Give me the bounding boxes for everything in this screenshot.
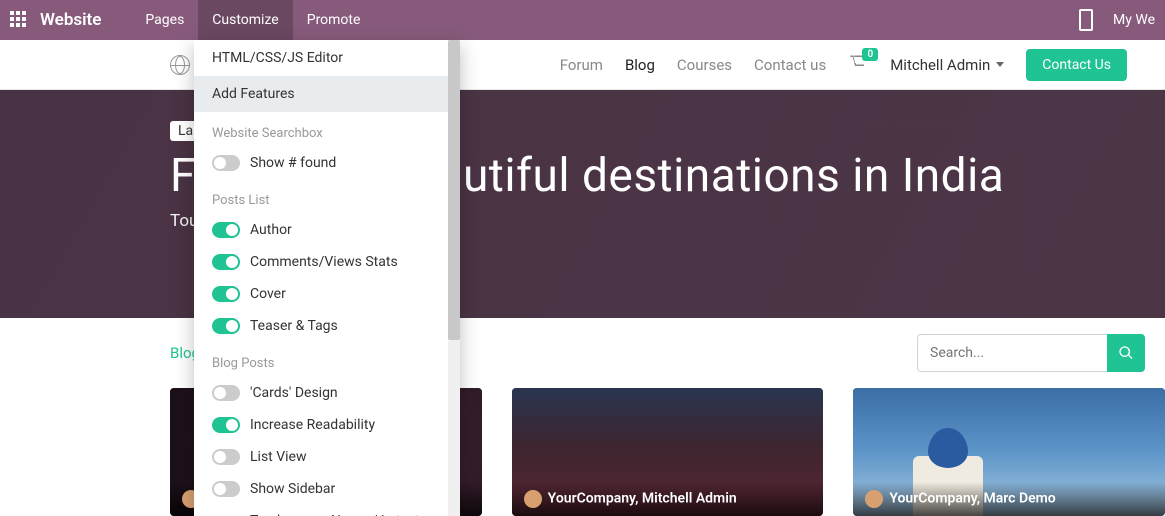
menu-pages[interactable]: Pages bbox=[131, 0, 198, 40]
toggle-icon bbox=[212, 318, 240, 334]
dd-header-blog-posts: Blog Posts bbox=[194, 342, 460, 377]
toggle-cards-design[interactable]: 'Cards' Design bbox=[194, 377, 460, 409]
toggle-show-found[interactable]: Show # found bbox=[194, 147, 460, 179]
search-input[interactable] bbox=[917, 334, 1107, 372]
top-bar: Website Pages Customize Promote My We bbox=[0, 0, 1165, 40]
dd-add-features[interactable]: Add Features bbox=[194, 76, 460, 112]
toggle-icon bbox=[212, 155, 240, 171]
dd-html-editor[interactable]: HTML/CSS/JS Editor bbox=[194, 40, 460, 76]
apps-icon[interactable] bbox=[10, 11, 28, 29]
toggle-author[interactable]: Author bbox=[194, 214, 460, 246]
toggle-icon bbox=[212, 222, 240, 238]
toggle-icon bbox=[212, 481, 240, 497]
toggle-icon bbox=[212, 286, 240, 302]
nav-blog[interactable]: Blog bbox=[625, 56, 655, 74]
avatar bbox=[524, 490, 542, 508]
nav-contact[interactable]: Contact us bbox=[754, 56, 826, 74]
card-author: YourCompany, Marc Demo bbox=[853, 482, 1165, 516]
toggle-list-view[interactable]: List View bbox=[194, 441, 460, 473]
toggle-cover[interactable]: Cover bbox=[194, 278, 460, 310]
hero-banner: La Five most beautiful destinations in I… bbox=[0, 90, 1165, 318]
toggle-readability[interactable]: Increase Readability bbox=[194, 409, 460, 441]
toggle-icon bbox=[212, 449, 240, 465]
user-name: Mitchell Admin bbox=[890, 56, 990, 74]
avatar bbox=[865, 490, 883, 508]
toggle-teaser[interactable]: Teaser & Tags bbox=[194, 310, 460, 342]
menu-customize[interactable]: Customize bbox=[198, 0, 292, 40]
cart-icon[interactable]: 0 bbox=[848, 54, 868, 76]
search-button[interactable] bbox=[1107, 334, 1145, 372]
globe-icon[interactable] bbox=[170, 55, 190, 75]
card-author: YourCompany, Mitchell Admin bbox=[512, 482, 824, 516]
nav-forum[interactable]: Forum bbox=[560, 56, 603, 74]
customize-dropdown: HTML/CSS/JS Editor Add Features Website … bbox=[194, 40, 460, 516]
blog-card[interactable]: YourCompany, Mitchell Admin bbox=[512, 388, 824, 516]
toggle-top-banner[interactable]: Top banner - Name / Latest Post bbox=[194, 505, 460, 516]
nav-courses[interactable]: Courses bbox=[677, 56, 732, 74]
brand[interactable]: Website bbox=[40, 10, 101, 30]
toggle-comments[interactable]: Comments/Views Stats bbox=[194, 246, 460, 278]
site-nav: Y Forum Blog Courses Contact us 0 Mitche… bbox=[0, 40, 1165, 90]
mid-bar: Blog bbox=[0, 318, 1165, 388]
blog-card[interactable]: YourCompany, Marc Demo bbox=[853, 388, 1165, 516]
cart-badge: 0 bbox=[862, 48, 878, 61]
toggle-icon bbox=[212, 254, 240, 270]
toggle-show-sidebar[interactable]: Show Sidebar bbox=[194, 473, 460, 505]
toggle-icon bbox=[212, 385, 240, 401]
contact-us-button[interactable]: Contact Us bbox=[1026, 49, 1127, 81]
chevron-down-icon bbox=[996, 62, 1004, 67]
blog-cards: YourCompany, Mitchell Admin YourCompany,… bbox=[0, 388, 1165, 516]
search-icon bbox=[1118, 345, 1134, 361]
dd-header-searchbox: Website Searchbox bbox=[194, 112, 460, 147]
dropdown-scrollbar[interactable] bbox=[448, 40, 460, 516]
user-menu[interactable]: Mitchell Admin bbox=[890, 56, 1004, 74]
toggle-icon bbox=[212, 417, 240, 433]
search-box bbox=[917, 334, 1145, 372]
mobile-preview-icon[interactable] bbox=[1079, 9, 1093, 31]
menu-promote[interactable]: Promote bbox=[293, 0, 375, 40]
my-website[interactable]: My We bbox=[1113, 12, 1155, 28]
dd-header-posts-list: Posts List bbox=[194, 179, 460, 214]
